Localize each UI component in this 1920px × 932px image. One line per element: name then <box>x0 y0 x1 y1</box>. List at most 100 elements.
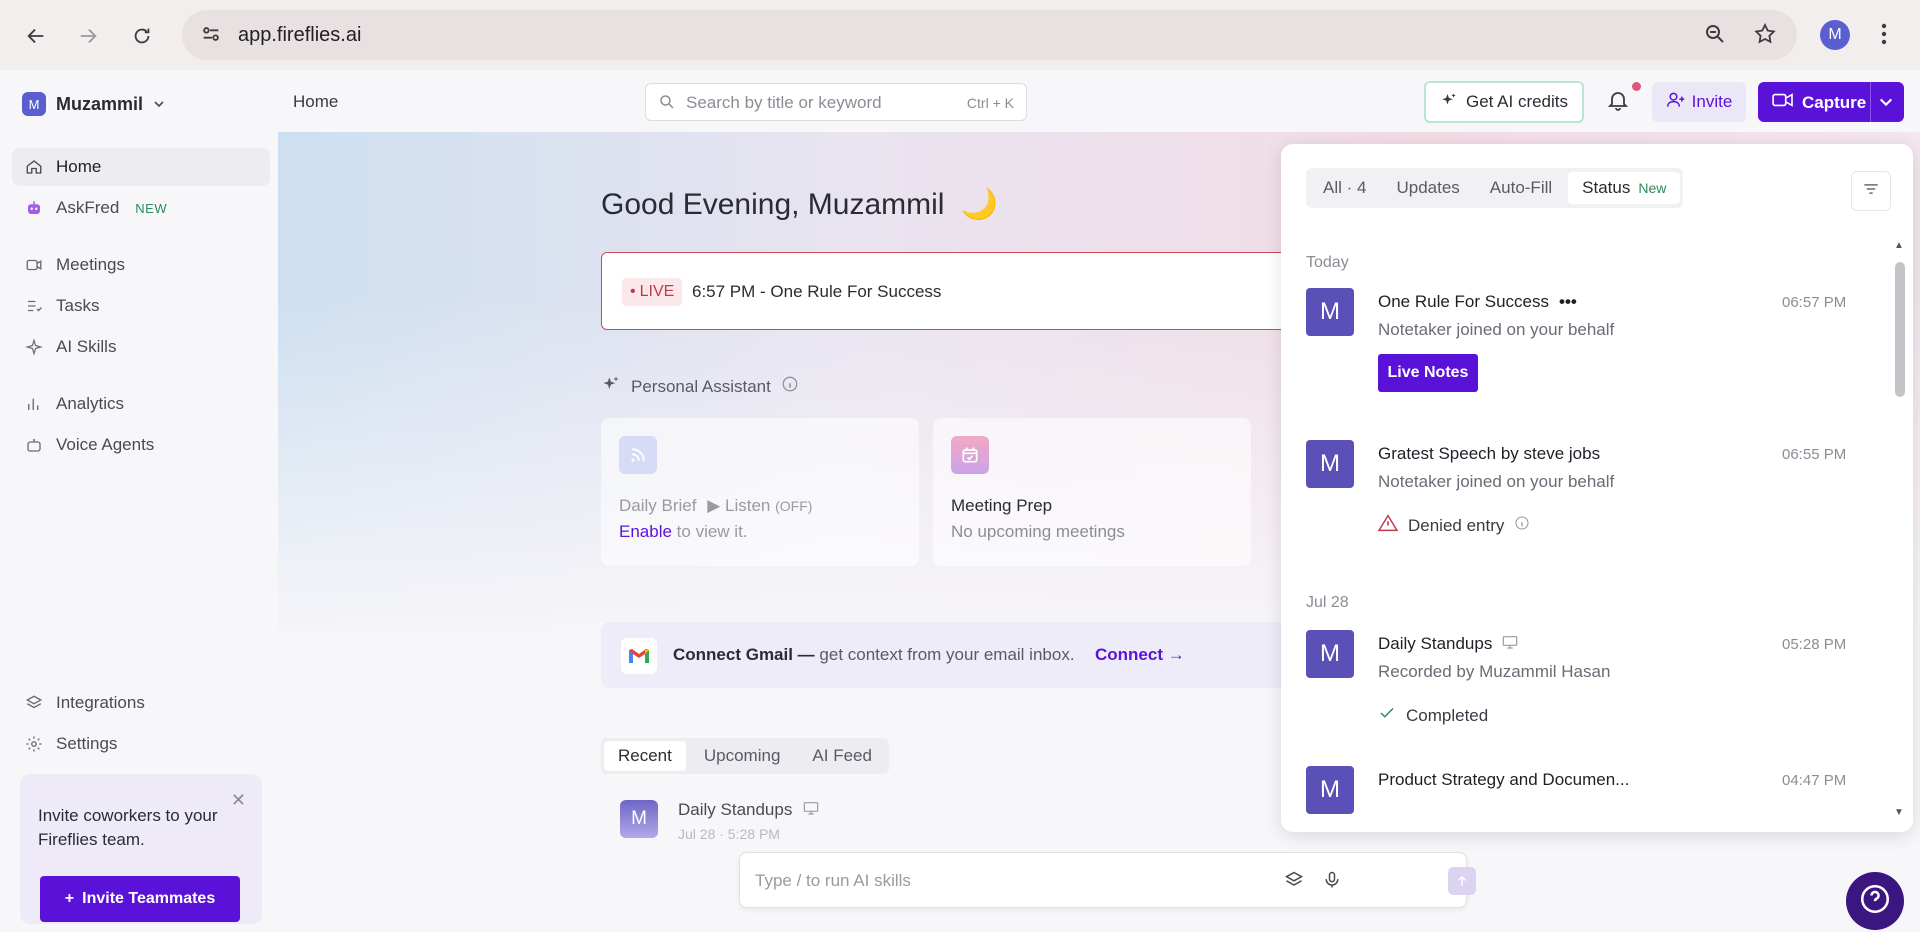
page-title: Good Evening, Muzammil 🌙 <box>601 187 998 222</box>
invite-button[interactable]: Invite <box>1652 82 1746 122</box>
sidebar-item-ai-skills[interactable]: AI Skills <box>12 328 270 366</box>
avatar: M <box>1306 440 1354 488</box>
notification-time: 05:28 PM <box>1782 636 1847 653</box>
notification-sub: Notetaker joined on your behalf <box>1378 320 1615 339</box>
plus-icon: + <box>64 890 75 907</box>
check-icon <box>1378 704 1396 727</box>
gear-icon <box>24 734 44 754</box>
search-input[interactable]: Search by title or keyword Ctrl + K <box>645 83 1027 121</box>
browser-menu-icon[interactable] <box>1880 22 1888 51</box>
chevron-down-icon[interactable] <box>1878 94 1894 115</box>
back-icon[interactable] <box>22 22 50 50</box>
sidebar-item-askfred[interactable]: AskFred NEW <box>12 189 270 227</box>
tasks-icon <box>24 296 44 316</box>
bookmark-star-icon[interactable] <box>1753 22 1777 51</box>
tab-auto-fill[interactable]: Auto-Fill <box>1476 172 1566 204</box>
sidebar-item-integrations[interactable]: Integrations <box>12 684 270 722</box>
get-ai-credits-button[interactable]: Get AI credits <box>1424 81 1584 123</box>
layers-icon[interactable] <box>1284 870 1304 895</box>
search-icon <box>658 93 676 116</box>
assistant-label-text: Personal Assistant <box>631 376 771 396</box>
sidebar-item-label: AI Skills <box>56 337 117 356</box>
site-info-icon[interactable] <box>200 23 222 50</box>
tab-upcoming[interactable]: Upcoming <box>690 741 795 771</box>
connect-gmail-link[interactable]: Connect → <box>1095 645 1185 665</box>
notification-title-text: One Rule For Success <box>1378 292 1550 311</box>
sidebar: M Muzammil Home AskFred NEW Meetings Tas… <box>0 70 278 932</box>
workspace-avatar: M <box>22 92 46 116</box>
home-icon <box>24 157 44 177</box>
tab-recent[interactable]: Recent <box>604 741 686 771</box>
sparkle-icon <box>24 337 44 357</box>
tab-all[interactable]: All · 4 <box>1309 172 1380 204</box>
daily-brief-title: Daily Brief ▶ Listen (OFF) <box>619 496 812 516</box>
status-text: Denied entry <box>1408 515 1505 535</box>
analytics-icon <box>24 394 44 414</box>
greeting-text: Good Evening, Muzammil <box>601 188 945 221</box>
bell-icon[interactable] <box>1606 88 1630 117</box>
browser-profile-avatar[interactable]: M <box>1820 20 1850 50</box>
enable-link[interactable]: Enable <box>619 522 672 541</box>
connect-label: Connect <box>1095 645 1163 664</box>
reload-icon[interactable] <box>128 22 156 50</box>
scroll-down-icon[interactable]: ▼ <box>1894 807 1904 818</box>
recent-title-text: Daily Standups <box>678 800 793 819</box>
search-shortcut: Ctrl + K <box>966 95 1014 111</box>
play-icon[interactable]: ▶ <box>707 496 720 515</box>
tab-updates[interactable]: Updates <box>1382 172 1473 204</box>
chevron-down-icon <box>153 94 165 115</box>
help-button[interactable] <box>1846 872 1904 930</box>
new-badge: New <box>1638 180 1667 196</box>
notification-time: 04:47 PM <box>1782 772 1847 789</box>
monitor-icon <box>803 800 819 819</box>
notification-title: Gratest Speech by steve jobs <box>1378 444 1601 463</box>
status-tab-label: Status <box>1582 178 1631 197</box>
sidebar-item-settings[interactable]: Settings <box>12 725 270 763</box>
live-tag-label: LIVE <box>639 283 675 300</box>
listen-label[interactable]: Listen <box>725 496 770 515</box>
info-icon[interactable] <box>781 375 799 398</box>
sidebar-item-tasks[interactable]: Tasks <box>12 287 270 325</box>
scroll-up-icon[interactable]: ▲ <box>1894 240 1904 251</box>
address-bar[interactable]: app.fireflies.ai <box>182 10 1797 60</box>
zoom-icon[interactable] <box>1703 22 1727 51</box>
send-button[interactable] <box>1448 867 1476 895</box>
gmail-bold-text: Connect Gmail — <box>673 645 815 664</box>
status-denied: Denied entry <box>1377 514 1530 537</box>
workspace-switcher[interactable]: M Muzammil <box>22 92 165 116</box>
video-icon <box>1772 91 1794 114</box>
ai-input-placeholder: Type / to run AI skills <box>755 871 911 890</box>
tab-ai-feed[interactable]: AI Feed <box>798 741 886 771</box>
sidebar-item-analytics[interactable]: Analytics <box>12 385 270 423</box>
microphone-icon[interactable] <box>1322 870 1342 895</box>
new-badge: NEW <box>135 200 168 216</box>
gmail-desc: get context from your email inbox. <box>819 645 1075 664</box>
help-icon <box>1858 882 1892 921</box>
invite-teammates-button[interactable]: + Invite Teammates <box>40 876 240 922</box>
meeting-prep-card[interactable]: Meeting Prep No upcoming meetings <box>933 418 1251 566</box>
off-label: (OFF) <box>775 498 813 514</box>
divider <box>1870 82 1871 122</box>
sidebar-item-meetings[interactable]: Meetings <box>12 246 270 284</box>
tab-status[interactable]: Status New <box>1568 172 1681 204</box>
search-placeholder: Search by title or keyword <box>686 93 882 112</box>
forward-icon[interactable] <box>74 22 102 50</box>
sidebar-item-label: Home <box>56 157 102 176</box>
more-icon[interactable]: ••• <box>1559 292 1577 312</box>
avatar: M <box>620 800 658 838</box>
live-meeting-card[interactable]: • LIVE 6:57 PM - One Rule For Success <box>601 252 1301 330</box>
workspace-name: Muzammil <box>56 93 144 114</box>
avatar: M <box>1306 630 1354 678</box>
filter-button[interactable] <box>1851 171 1891 211</box>
sidebar-item-voice-agents[interactable]: Voice Agents <box>12 426 270 464</box>
live-notes-button[interactable]: Live Notes <box>1378 354 1478 392</box>
daily-brief-card[interactable]: Daily Brief ▶ Listen (OFF) Enable to vie… <box>601 418 919 566</box>
scrollbar-thumb[interactable] <box>1895 262 1905 397</box>
ai-skills-input[interactable]: Type / to run AI skills <box>739 852 1476 908</box>
day-header-jul-28: Jul 28 <box>1306 594 1349 611</box>
url-text[interactable]: app.fireflies.ai <box>238 24 361 47</box>
sidebar-item-home[interactable]: Home <box>12 148 270 186</box>
info-icon[interactable] <box>1514 515 1530 536</box>
capture-button[interactable]: Capture <box>1758 82 1904 122</box>
notification-time: 06:57 PM <box>1782 294 1847 311</box>
